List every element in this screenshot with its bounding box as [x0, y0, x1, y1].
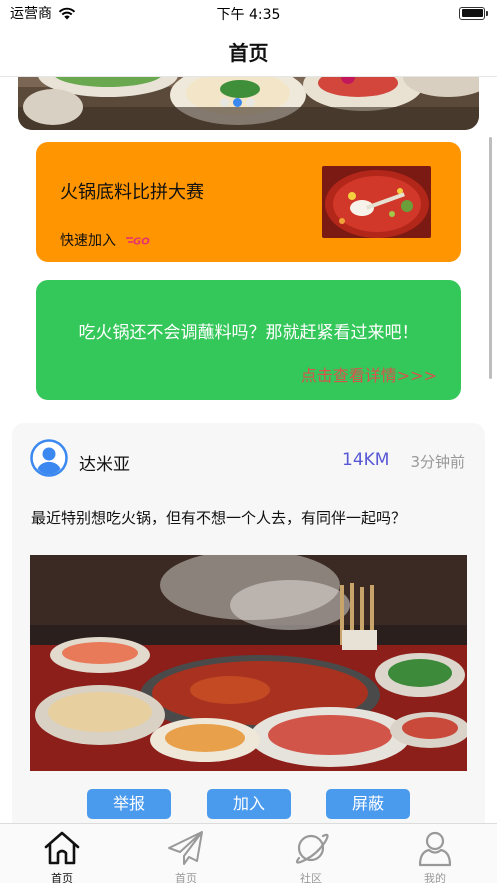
tab-mine[interactable]: 我的 — [405, 828, 465, 883]
carousel-dot[interactable] — [220, 98, 229, 107]
post-time: 3分钟前 — [410, 453, 465, 471]
home-icon — [44, 831, 80, 865]
tab-mine-label: 我的 — [424, 872, 446, 883]
post-distance: 14KM — [342, 450, 390, 470]
quick-join-label: 快速加入 — [60, 233, 116, 249]
user-icon — [418, 831, 452, 867]
post-author[interactable]: 达米亚 — [79, 450, 130, 475]
status-left: 运营商 — [10, 3, 76, 23]
post-content: 最近特别想吃火锅，但有不想一个人去，有同伴一起吗？ — [31, 509, 407, 527]
tab-home[interactable]: 首页 — [32, 828, 92, 883]
status-bar: 运营商 下午 4:35 — [0, 0, 497, 26]
hotpot-base-image — [322, 166, 431, 238]
dipping-sauce-tip-card[interactable]: 吃火锅还不会调蘸料吗？那就赶紧看过来吧！ 点击查看详情>>> — [36, 280, 461, 400]
tip-text: 吃火锅还不会调蘸料吗？那就赶紧看过来吧！ — [78, 323, 419, 343]
block-button[interactable]: 屏蔽 — [326, 789, 410, 819]
svg-text:GO: GO — [133, 237, 150, 248]
carousel-dot[interactable] — [246, 98, 255, 107]
go-arrow-icon: GO — [126, 237, 150, 248]
post-card[interactable]: 达米亚 14KM 3分钟前 最近特别想吃火锅，但有不想一个人去，有同伴一起吗？ — [12, 423, 485, 823]
carousel-dots — [220, 98, 255, 107]
tab-bar: 首页 首页 社区 我的 — [0, 823, 497, 883]
page-title: 首页 — [228, 40, 269, 65]
paper-plane-icon — [168, 831, 203, 865]
battery-icon — [459, 6, 488, 20]
tab-message-label: 首页 — [175, 872, 197, 883]
join-button[interactable]: 加入 — [207, 789, 291, 819]
navigation-bar: 首页 — [0, 26, 497, 77]
planet-icon — [295, 833, 329, 864]
tab-community-label: 社区 — [300, 872, 322, 883]
home-content[interactable]: 火锅底料比拼大赛 快速加入 GO 吃火锅还不会调蘸料吗？那就赶紧看过来吧！ 点击… — [0, 77, 497, 823]
view-details-link[interactable]: 点击查看详情>>> — [301, 362, 437, 386]
post-image[interactable] — [30, 555, 467, 771]
report-button[interactable]: 举报 — [87, 789, 171, 819]
avatar[interactable] — [30, 439, 68, 477]
banner-carousel[interactable] — [18, 77, 479, 130]
carousel-dot-active[interactable] — [233, 98, 242, 107]
quick-join-link[interactable]: 快速加入 GO — [60, 230, 152, 250]
tab-home-label: 首页 — [51, 872, 73, 883]
scroll-indicator — [489, 137, 492, 379]
hotpot-contest-card[interactable]: 火锅底料比拼大赛 快速加入 GO — [36, 142, 461, 262]
tab-message[interactable]: 首页 — [156, 828, 216, 883]
carrier-label: 运营商 — [10, 6, 52, 22]
tab-community[interactable]: 社区 — [281, 828, 341, 883]
contest-title: 火锅底料比拼大赛 — [60, 182, 204, 203]
wifi-icon — [58, 7, 76, 19]
